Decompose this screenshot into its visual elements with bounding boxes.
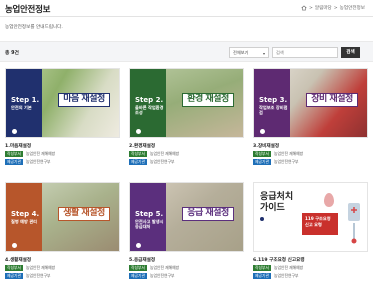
search-input[interactable] (272, 47, 338, 58)
tag-department: 작성부서 (5, 150, 23, 157)
meta-provider: 농업안전연구부 (273, 158, 299, 164)
card-meta-row: 작성부서 농업안전 재해예방 (253, 150, 303, 157)
filter-select-value: 전체보기 (233, 50, 249, 55)
card-meta-row: 작성부서 농업안전 재해예방 (253, 264, 303, 271)
filter-select[interactable]: 전체보기 ▾ (229, 47, 269, 58)
step-desc: 질병 예방 관리 (11, 219, 38, 224)
card-meta-row: 작성부서 농업안전 재해예방 (5, 150, 55, 157)
step-title: Step 5. (135, 210, 164, 218)
step-panel: Step 1. 안전의 기본 (6, 69, 42, 137)
meta-department: 농업안전 재해예방 (149, 264, 180, 270)
guide-title-line: 응급처치 (260, 192, 294, 202)
meta-provider: 농업안전연구부 (25, 272, 51, 278)
tag-department: 작성부서 (253, 264, 271, 271)
card-title[interactable]: 1.마음재설정 (5, 143, 31, 149)
card-meta-row: 제공기관 농업안전연구부 (253, 158, 298, 165)
breadcrumb-separator: > (309, 5, 313, 11)
card-thumbnail[interactable]: Step 2. 올바른 작업환경 조성 환경 재설정 (129, 68, 244, 138)
card-title[interactable]: 3.장비재설정 (253, 143, 279, 149)
step-panel: Step 5. 안전사고 발생시 응급대처 (130, 183, 166, 251)
logo-icon (136, 129, 141, 134)
chevron-down-icon: ▾ (262, 51, 265, 56)
tag-provider: 제공기관 (129, 272, 147, 279)
card-meta-row: 제공기관 농업안전연구부 (5, 272, 50, 279)
step-title: Step 1. (11, 96, 40, 104)
logo-icon (12, 243, 17, 248)
total-count: 총 9건 (5, 49, 19, 56)
step-desc: 올바른 작업환경 조성 (135, 105, 164, 115)
meta-department: 농업안전 재해예방 (149, 150, 180, 156)
card-badge: 응급 재설정 (182, 207, 234, 221)
step-panel: Step 4. 질병 예방 관리 (6, 183, 42, 251)
guide-sub-badge: 119 구조요청 신고 요령 (302, 213, 338, 235)
tag-provider: 제공기관 (253, 158, 271, 165)
meta-provider: 농업안전연구부 (149, 158, 175, 164)
card-badge: 생활 재설정 (58, 207, 110, 221)
meta-provider: 농업안전연구부 (273, 272, 299, 278)
card-meta-row: 제공기관 농업안전연구부 (129, 272, 174, 279)
card-meta-row: 작성부서 농업안전 재해예방 (5, 264, 55, 271)
card-thumbnail[interactable]: Step 1. 안전의 기본 마음 재설정 (5, 68, 120, 138)
breadcrumb-item-current[interactable]: 농업안전정보 (340, 5, 365, 11)
tag-department: 작성부서 (129, 264, 147, 271)
step-title: Step 2. (135, 96, 164, 104)
search-bar: 총 9건 전체보기 ▾ 검색 (0, 41, 373, 62)
meta-department: 농업안전 재해예방 (25, 150, 56, 156)
step-title: Step 4. (11, 210, 40, 218)
tag-provider: 제공기관 (5, 272, 23, 279)
tag-provider: 제공기관 (129, 158, 147, 165)
header-divider (0, 16, 373, 17)
card-thumbnail[interactable]: Step 4. 질병 예방 관리 생활 재설정 (5, 182, 120, 252)
tag-department: 작성부서 (5, 264, 23, 271)
search-button[interactable]: 검색 (341, 47, 360, 58)
card-thumbnail[interactable]: 응급처치 가이드 119 구조요청 신고 요령 (253, 182, 368, 252)
card-badge: 환경 재설정 (182, 93, 234, 107)
medical-icon (348, 203, 360, 244)
drop-icon (324, 193, 334, 207)
guide-title: 응급처치 가이드 (260, 192, 293, 214)
card-title[interactable]: 4.생활재설정 (5, 257, 31, 263)
meta-provider: 농업안전연구부 (149, 272, 175, 278)
tag-provider: 제공기관 (253, 272, 271, 279)
logo-icon (12, 129, 17, 134)
page-title: 농업안전정보 (5, 5, 51, 15)
card-badge: 마음 재설정 (58, 93, 110, 107)
total-prefix: 총 (5, 51, 10, 56)
meta-department: 농업안전 재해예방 (273, 150, 304, 156)
step-desc: 안전사고 발생시 응급대처 (135, 219, 164, 229)
meta-department: 농업안전 재해예방 (25, 264, 56, 270)
card-badge: 장비 재설정 (306, 93, 358, 107)
card-meta-row: 작성부서 농업안전 재해예방 (129, 150, 179, 157)
page-header: 농업안전정보 > 알림마당 > 농업안전정보 (0, 0, 373, 16)
logo-icon (260, 129, 265, 134)
guide-title-line: 가이드 (260, 203, 285, 213)
card-title[interactable]: 2.환경재설정 (129, 143, 155, 149)
step-panel: Step 2. 올바른 작업환경 조성 (130, 69, 166, 137)
tag-department: 작성부서 (129, 150, 147, 157)
tag-provider: 제공기관 (5, 158, 23, 165)
breadcrumb-item-notice[interactable]: 알림마당 (315, 5, 332, 11)
total-suffix: 건 (14, 51, 19, 56)
meta-department: 농업안전 재해예방 (273, 264, 304, 270)
step-title: Step 3. (259, 96, 288, 104)
step-desc: 안전의 기본 (11, 105, 32, 110)
card-meta-row: 제공기관 농업안전연구부 (253, 272, 298, 279)
card-title[interactable]: 5.응급재설정 (129, 257, 155, 263)
tag-department: 작성부서 (253, 150, 271, 157)
meta-provider: 농업안전연구부 (25, 158, 51, 164)
card-meta-row: 제공기관 농업안전연구부 (5, 158, 50, 165)
breadcrumb-separator: > (333, 5, 338, 11)
logo-icon (260, 217, 264, 221)
card-title[interactable]: 6.119 구조요청 신고요령 (253, 257, 305, 263)
page-subtitle: 농업안전정보를 안내드립니다. (5, 25, 63, 30)
step-desc: 작업보조 장비점검 (259, 105, 288, 115)
logo-icon (136, 243, 141, 248)
home-icon[interactable] (301, 5, 307, 11)
step-panel: Step 3. 작업보조 장비점검 (254, 69, 290, 137)
card-meta-row: 제공기관 농업안전연구부 (129, 158, 174, 165)
card-thumbnail[interactable]: Step 3. 작업보조 장비점검 장비 재설정 (253, 68, 368, 138)
card-meta-row: 작성부서 농업안전 재해예방 (129, 264, 179, 271)
breadcrumb: > 알림마당 > 농업안전정보 (301, 5, 365, 11)
card-thumbnail[interactable]: Step 5. 안전사고 발생시 응급대처 응급 재설정 (129, 182, 244, 252)
